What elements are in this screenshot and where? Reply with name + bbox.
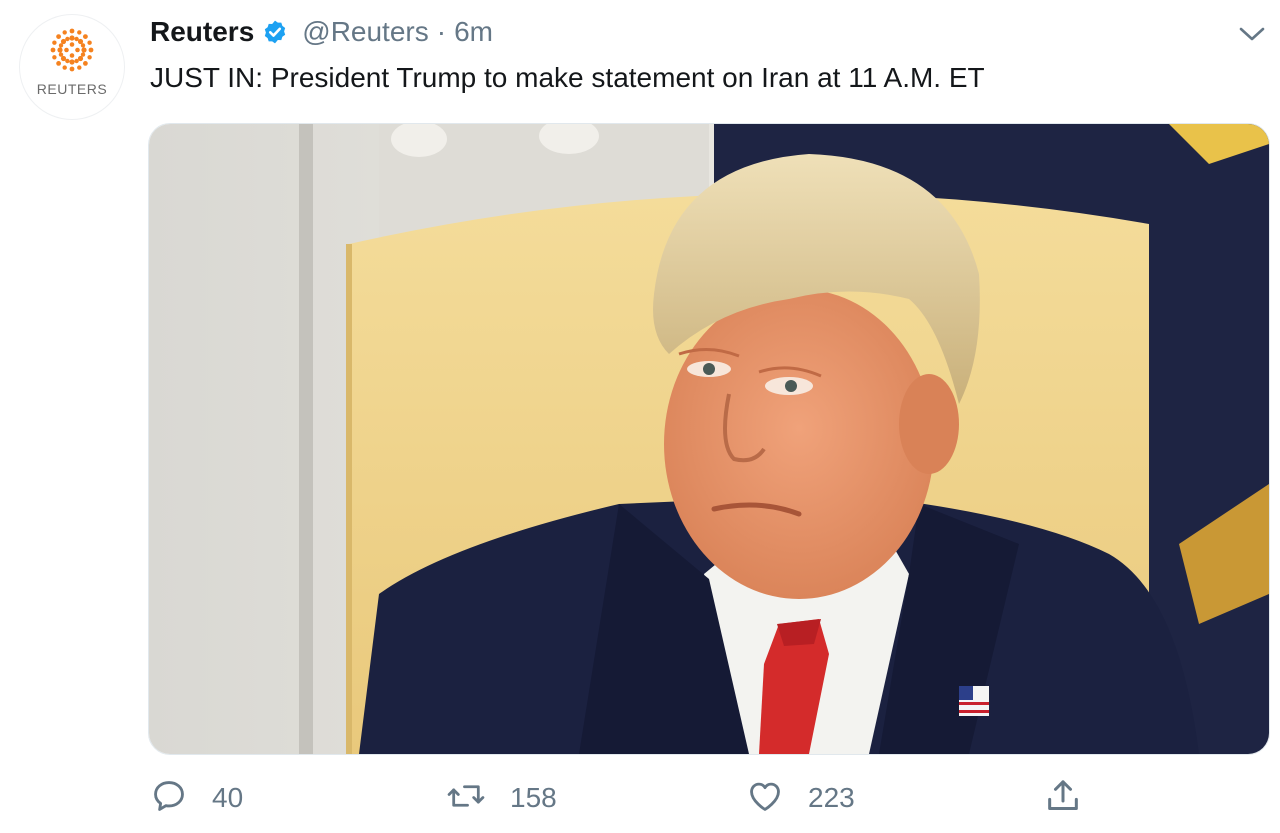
like-count: 223 [808, 782, 855, 813]
reuters-logo-icon [50, 28, 94, 72]
share-button[interactable] [1043, 775, 1083, 821]
tweet-timestamp[interactable]: 6m [454, 16, 493, 48]
tweet-card: REUTERS Reuters @Reuters · 6m JUST IN: P… [0, 0, 1280, 833]
avatar-wordmark: REUTERS [36, 81, 108, 97]
tweet-header: Reuters @Reuters · 6m [150, 12, 493, 52]
tweet-actions: 40 158 223 [150, 775, 1270, 823]
tweet-text: JUST IN: President Trump to make stateme… [150, 62, 985, 93]
reply-icon [150, 777, 188, 820]
reply-count: 40 [212, 782, 244, 813]
retweet-icon [446, 777, 486, 820]
photo-illustration [149, 124, 1269, 754]
tweet-photo[interactable] [148, 123, 1270, 755]
header-separator: · [436, 16, 447, 47]
author-handle[interactable]: @Reuters [302, 16, 428, 48]
retweet-button[interactable]: 158 [446, 775, 557, 821]
like-button[interactable]: 223 [746, 775, 855, 821]
heart-icon [746, 777, 784, 820]
chevron-down-icon[interactable] [1236, 22, 1268, 46]
reply-button[interactable]: 40 [150, 775, 243, 821]
verified-badge-icon [262, 19, 288, 45]
share-icon [1043, 776, 1083, 821]
author-name[interactable]: Reuters [150, 16, 254, 48]
author-avatar[interactable]: REUTERS [20, 15, 124, 119]
retweet-count: 158 [510, 782, 557, 813]
